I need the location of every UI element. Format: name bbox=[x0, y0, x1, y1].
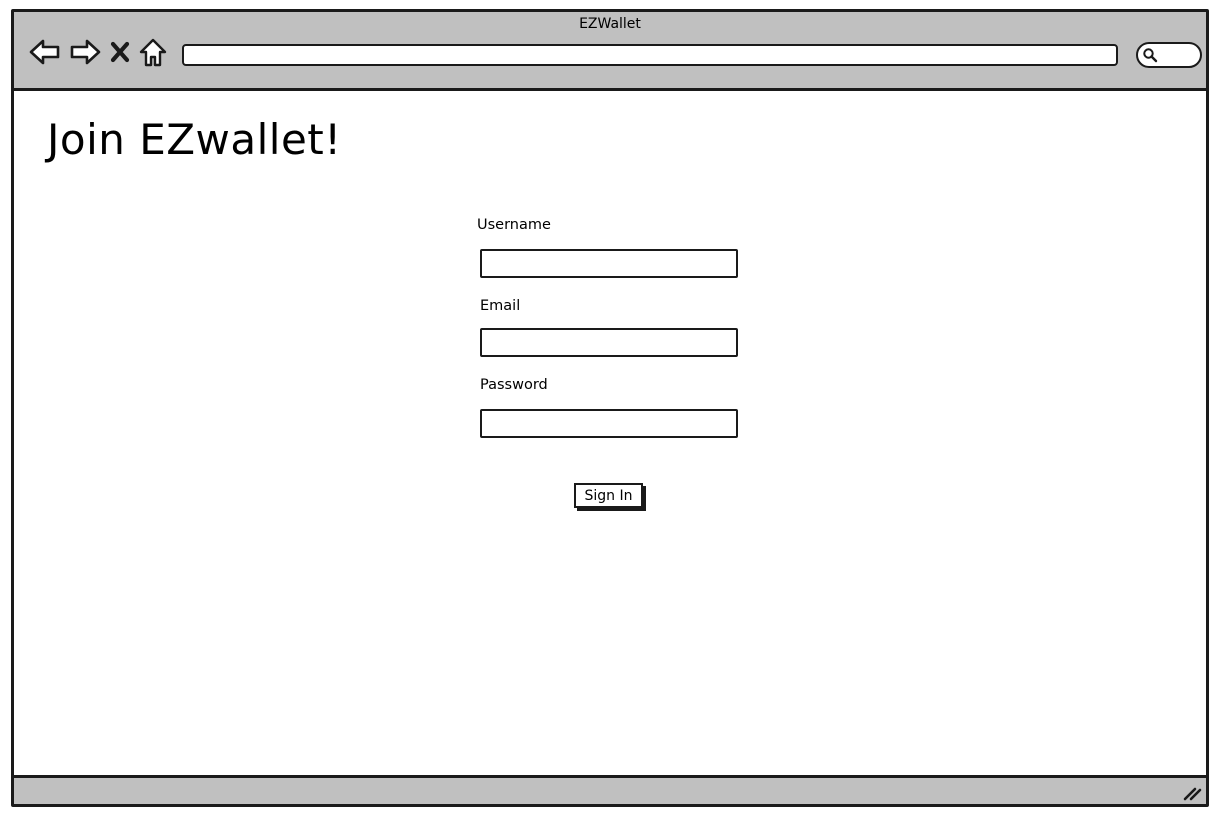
back-arrow-icon[interactable] bbox=[28, 36, 62, 68]
browser-window: EZWallet Join EZwallet! Username Email P… bbox=[11, 9, 1209, 807]
search-icon bbox=[1143, 48, 1158, 63]
sign-in-button[interactable]: Sign In bbox=[574, 483, 643, 508]
username-label: Username bbox=[477, 217, 551, 233]
window-title: EZWallet bbox=[579, 16, 641, 32]
stop-icon[interactable] bbox=[108, 36, 132, 68]
page-content: Join EZwallet! Username Email Password S… bbox=[14, 91, 1206, 781]
navigation-controls bbox=[28, 36, 168, 68]
username-input[interactable] bbox=[480, 249, 738, 278]
forward-arrow-icon[interactable] bbox=[68, 36, 102, 68]
resize-grip-icon[interactable] bbox=[1182, 783, 1202, 801]
browser-statusbar bbox=[14, 775, 1206, 804]
email-input[interactable] bbox=[480, 328, 738, 357]
browser-titlebar: EZWallet bbox=[14, 12, 1206, 91]
home-icon[interactable] bbox=[138, 36, 168, 68]
password-input[interactable] bbox=[480, 409, 738, 438]
address-bar[interactable] bbox=[182, 44, 1118, 66]
email-label: Email bbox=[480, 298, 521, 314]
password-label: Password bbox=[480, 377, 548, 393]
page-title: Join EZwallet! bbox=[47, 115, 342, 164]
browser-search-button[interactable] bbox=[1136, 42, 1202, 68]
